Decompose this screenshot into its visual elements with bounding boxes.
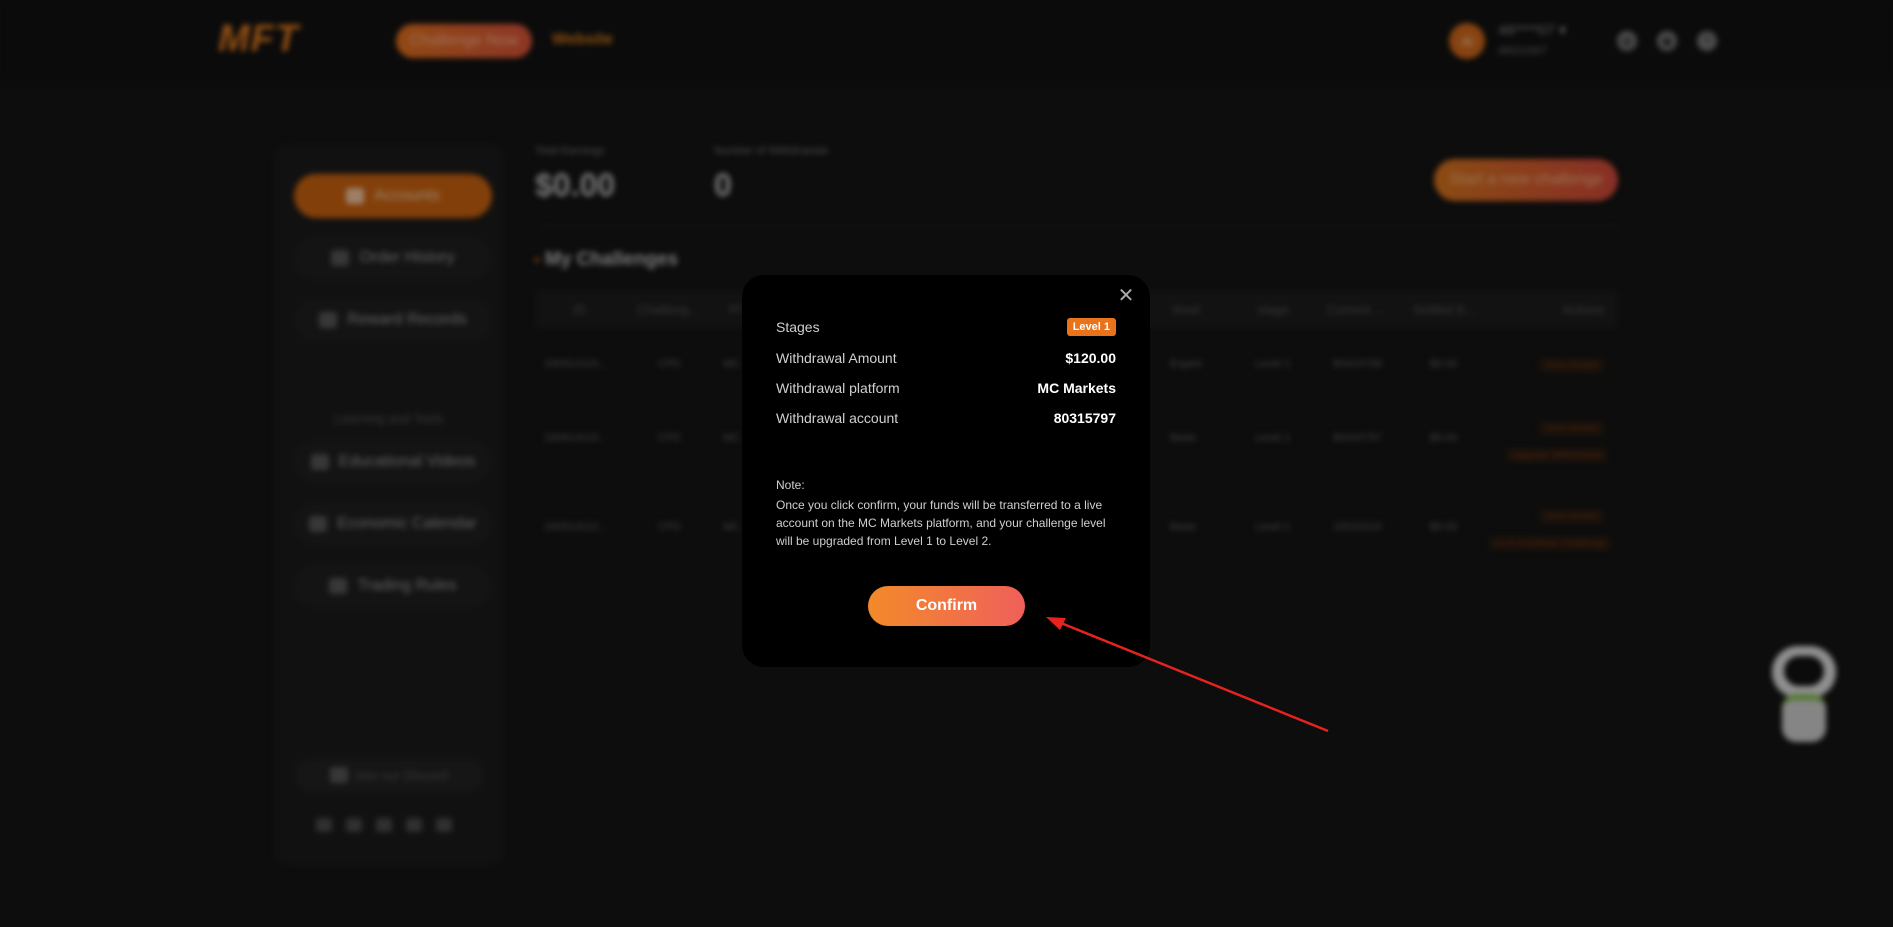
- confirm-button[interactable]: Confirm: [868, 586, 1025, 626]
- account-value: 80315797: [1053, 410, 1116, 426]
- account-row: Withdrawal account 80315797: [776, 406, 1116, 430]
- close-icon[interactable]: ✕: [1116, 286, 1136, 306]
- stage-badge: Level 1: [1066, 318, 1116, 336]
- note-label: Note:: [776, 478, 805, 492]
- stages-row: Stages Level 1: [776, 315, 1116, 339]
- withdrawal-confirm-dialog: ✕ Stages Level 1 Withdrawal Amount $120.…: [742, 275, 1150, 667]
- amount-label: Withdrawal Amount: [776, 350, 897, 366]
- platform-label: Withdrawal platform: [776, 380, 900, 396]
- amount-row: Withdrawal Amount $120.00: [776, 346, 1116, 370]
- amount-value: $120.00: [1065, 350, 1116, 366]
- stages-label: Stages: [776, 319, 820, 335]
- platform-value: MC Markets: [1037, 380, 1116, 396]
- account-label: Withdrawal account: [776, 410, 899, 426]
- platform-row: Withdrawal platform MC Markets: [776, 376, 1116, 400]
- note-text: Once you click confirm, your funds will …: [776, 498, 1106, 548]
